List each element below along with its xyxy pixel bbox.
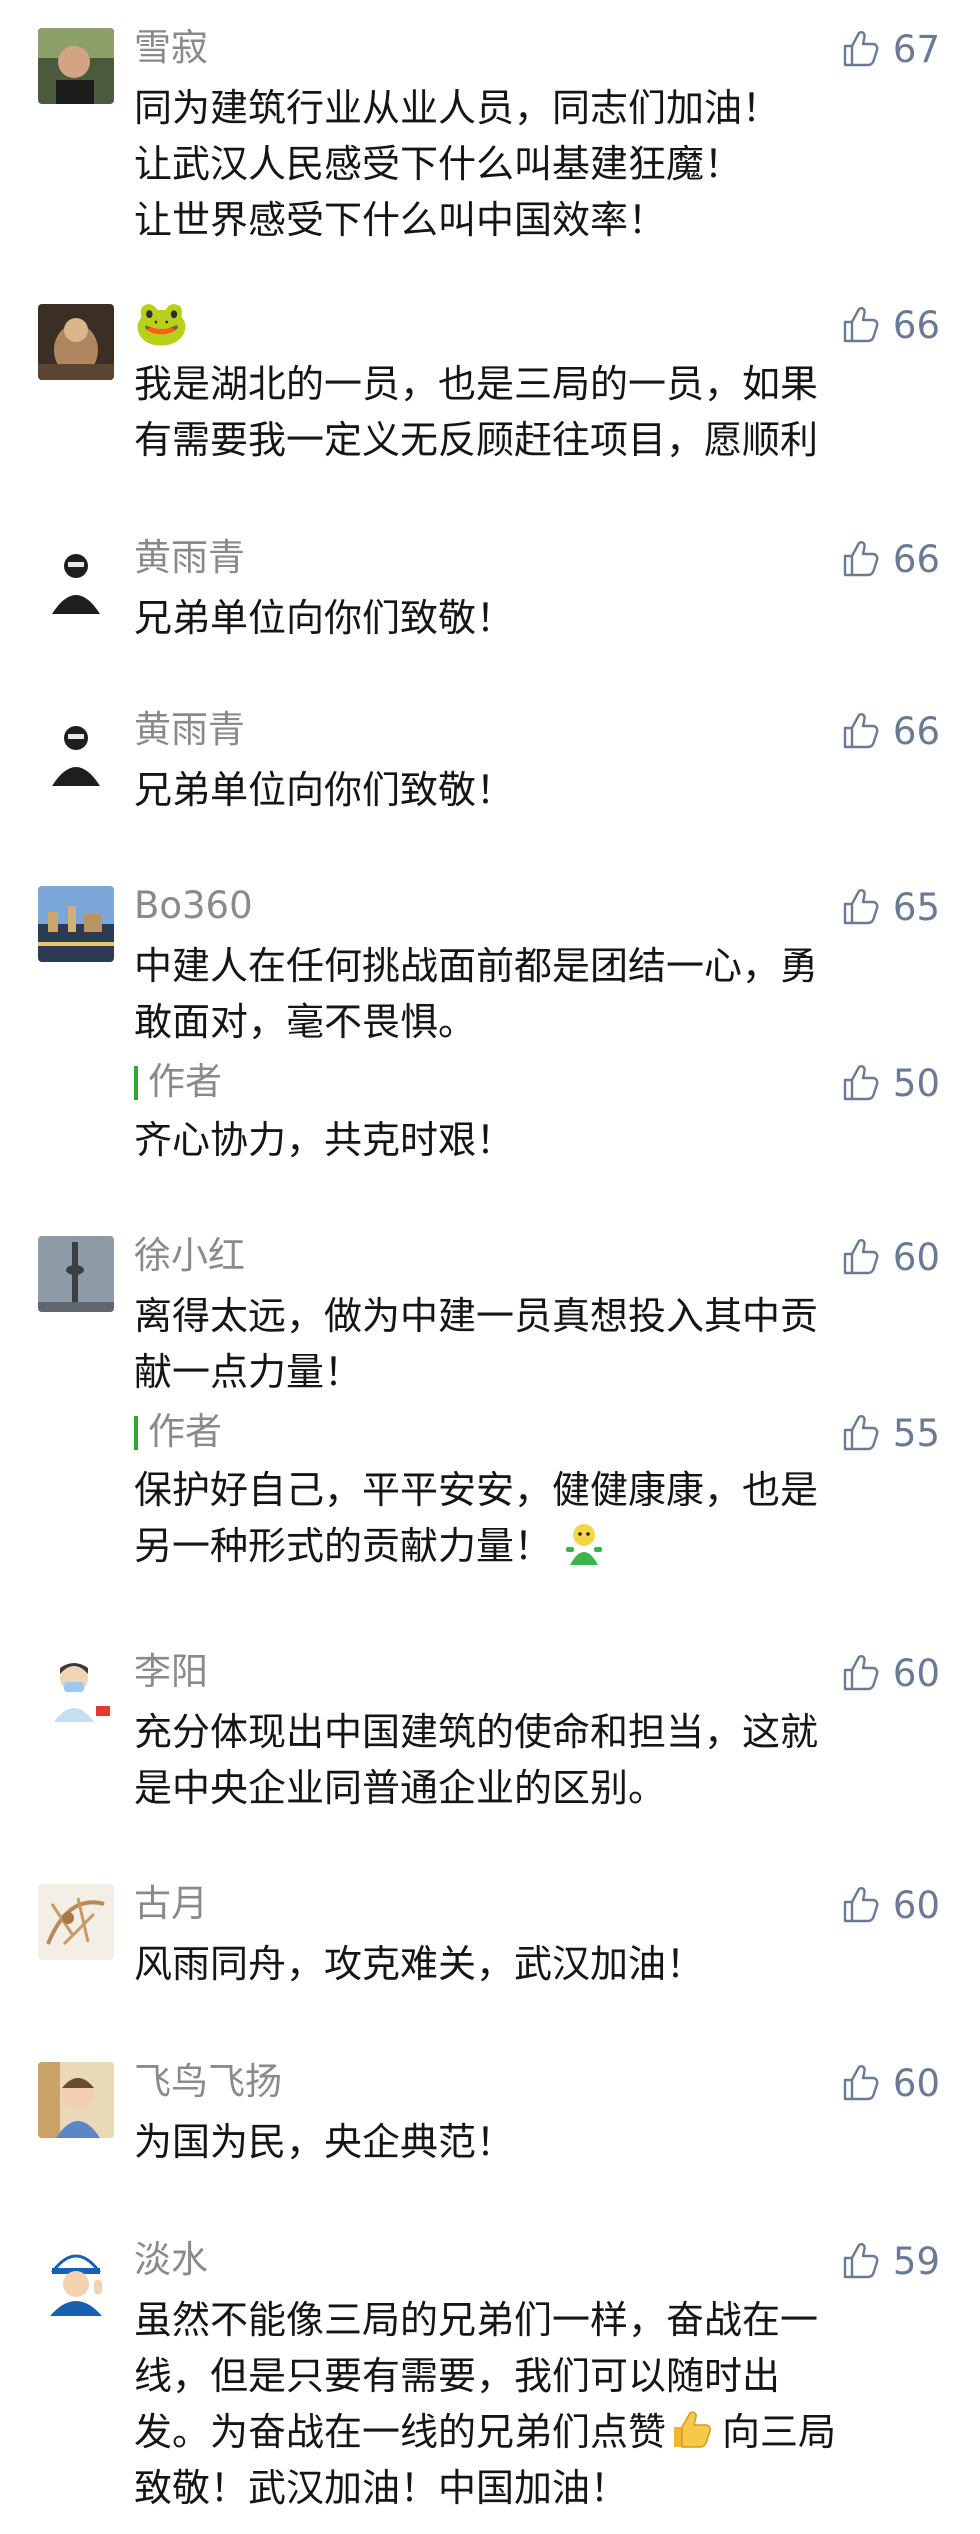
like-count: 55 [892,1411,940,1455]
thumbs-up-emoji-icon [674,2411,712,2448]
thumbs-up-icon [839,303,883,347]
comment-line: 兄弟单位向你们致敬！ [134,596,515,640]
comment-line: 虽然不能像三局的兄弟们一样，奋战在一 [134,2298,819,2342]
avatar[interactable] [38,710,114,786]
like-count: 60 [892,1235,940,1279]
avatar[interactable] [38,1884,114,1960]
author-label: 作者 [148,1060,222,1103]
like-button[interactable]: 55 [839,1410,940,1456]
comment-line: 离得太远，做为中建一员真想投入其中贡 [134,1294,819,1338]
thumbs-up-icon [839,709,883,753]
reply-text: 保护好自己，平平安安，健健康康，也是 另一种形式的贡献力量！ [134,1462,934,1574]
commenter-name[interactable]: 飞鸟飞扬 [134,2058,282,2106]
comment-line: 敢面对，毫不畏惧。 [134,1000,477,1044]
comment-text: 为国为民，央企典范！ [134,2114,934,2170]
like-button[interactable]: 60 [839,1882,940,1928]
comment-line-text: 向三局 [722,2410,837,2454]
avatar[interactable] [38,2240,114,2316]
author-marker [134,1416,138,1450]
like-count: 60 [892,1883,940,1927]
avatar[interactable] [38,886,114,962]
like-count: 50 [892,1061,940,1105]
like-button[interactable]: 65 [839,884,940,930]
commenter-name[interactable]: Bo360 [134,882,253,930]
thumbs-up-icon [839,885,883,929]
comment-line: 兄弟单位向你们致敬！ [134,768,515,812]
avatar[interactable] [38,1652,114,1728]
comment-line: 是中央企业同普通企业的区别。 [134,1766,667,1810]
comment-line: 我是湖北的一员，也是三局的一员，如果 [134,362,819,406]
comment-line: 充分体现出中国建筑的使命和担当，这就 [134,1710,819,1754]
comment-line: 有需要我一定义无反顾赶往项目，愿顺利 [134,418,819,462]
comment-text: 兄弟单位向你们致敬！ [134,590,934,646]
like-button[interactable]: 67 [839,26,940,72]
like-count: 66 [892,537,940,581]
reply-text: 齐心协力，共克时艰！ [134,1112,934,1168]
comment-line: 线，但是只要有需要，我们可以随时出 [134,2354,781,2398]
avatar[interactable] [38,304,114,380]
thumbs-up-icon [839,1061,883,1105]
commenter-name[interactable]: 李阳 [134,1648,208,1696]
commenter-name[interactable]: 黄雨青 [134,534,245,582]
reply-line: 齐心协力，共克时艰！ [134,1118,515,1162]
like-count: 60 [892,2061,940,2105]
comment-text: 充分体现出中国建筑的使命和担当，这就 是中央企业同普通企业的区别。 [134,1704,934,1816]
comment-line: 发。为奋战在一线的兄弟们点赞 向三局 [134,2404,934,2460]
comment-text: 中建人在任何挑战面前都是团结一心，勇 敢面对，毫不畏惧。 [134,938,934,1050]
thumbs-up-icon [839,2239,883,2283]
comment-line: 献一点力量！ [134,1350,363,1394]
like-button[interactable]: 60 [839,1234,940,1280]
comment-text: 离得太远，做为中建一员真想投入其中贡 献一点力量！ [134,1288,934,1400]
thumbs-up-icon [839,1883,883,1927]
thumbs-up-icon [839,1411,883,1455]
comment-text: 虽然不能像三局的兄弟们一样，奋战在一 线，但是只要有需要，我们可以随时出 发。为… [134,2292,934,2516]
like-button[interactable]: 50 [839,1060,940,1106]
reply-line-text: 另一种形式的贡献力量！ [134,1524,553,1568]
comment-text: 同为建筑行业从业人员，同志们加油！ 让武汉人民感受下什么叫基建狂魔！ 让世界感受… [134,80,934,248]
thumbs-up-icon [839,537,883,581]
commenter-name[interactable]: 🐸 [134,300,189,348]
like-button[interactable]: 60 [839,1650,940,1696]
like-count: 66 [892,303,940,347]
comment-line: 同为建筑行业从业人员，同志们加油！ [134,86,781,130]
avatar[interactable] [38,1236,114,1312]
author-marker [134,1066,138,1100]
green-figure-emoji-icon [566,1524,603,1565]
commenter-name[interactable]: 淡水 [134,2236,208,2284]
like-button[interactable]: 60 [839,2060,940,2106]
thumbs-up-icon [839,2061,883,2105]
avatar[interactable] [38,2062,114,2138]
like-button[interactable]: 66 [839,708,940,754]
commenter-name[interactable]: 雪寂 [134,24,208,72]
like-count: 67 [892,27,940,71]
thumbs-up-icon [839,1651,883,1695]
comment-line: 让武汉人民感受下什么叫基建狂魔！ [134,142,743,186]
comment-line: 让世界感受下什么叫中国效率！ [134,198,667,242]
comment-line: 中建人在任何挑战面前都是团结一心，勇 [134,944,819,988]
like-button[interactable]: 66 [839,536,940,582]
comment-line-text: 发。为奋战在一线的兄弟们点赞 [134,2410,667,2454]
like-count: 59 [892,2239,940,2283]
comment-line: 致敬！武汉加油！中国加油！ [134,2466,629,2510]
comment-line: 风雨同舟，攻克难关，武汉加油！ [134,1942,705,1986]
commenter-name[interactable]: 古月 [134,1880,208,1928]
comment-line: 为国为民，央企典范！ [134,2120,515,2164]
commenter-name[interactable]: 黄雨青 [134,706,245,754]
comment-text: 风雨同舟，攻克难关，武汉加油！ [134,1936,934,1992]
commenter-name[interactable]: 徐小红 [134,1232,245,1280]
comment-text: 我是湖北的一员，也是三局的一员，如果 有需要我一定义无反顾赶往项目，愿顺利 [134,356,934,468]
like-count: 66 [892,709,940,753]
reply-line: 保护好自己，平平安安，健健康康，也是 [134,1468,819,1512]
like-button[interactable]: 66 [839,302,940,348]
avatar[interactable] [38,538,114,614]
avatar[interactable] [38,28,114,104]
like-count: 60 [892,1651,940,1695]
like-count: 65 [892,885,940,929]
author-label: 作者 [148,1410,222,1453]
comment-text: 兄弟单位向你们致敬！ [134,762,934,818]
thumbs-up-icon [839,27,883,71]
reply-line: 另一种形式的贡献力量！ [134,1518,934,1574]
like-button[interactable]: 59 [839,2238,940,2284]
thumbs-up-icon [839,1235,883,1279]
